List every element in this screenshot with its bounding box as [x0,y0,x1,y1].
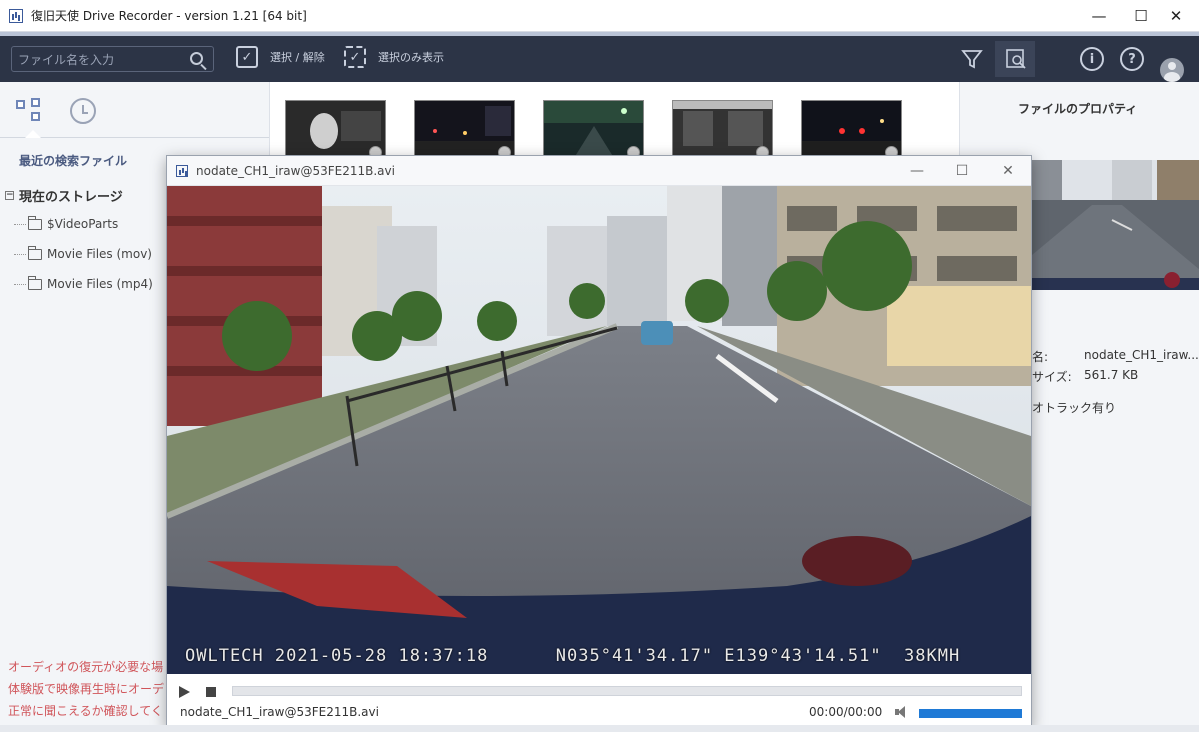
properties-title: ファイルのプロパティ [1018,102,1138,116]
close-button[interactable]: ✕ [1153,0,1199,32]
current-storage-title: 現在のストレージ [19,190,123,205]
collapse-toggle-icon[interactable]: − [5,191,14,200]
search-icon[interactable] [190,52,203,65]
player-minimize-button[interactable]: — [894,156,940,186]
folder-label: $VideoParts [47,217,119,231]
show-selected-button[interactable]: ✓ 選択のみ表示 [344,46,444,68]
preview-search-icon[interactable] [1004,47,1028,71]
dashed-check-icon: ✓ [344,46,366,68]
title-bar: 復旧天使 Drive Recorder - version 1.21 [64 b… [0,0,1199,32]
prop-size-value: 561.7 KB [1084,368,1139,382]
current-storage-header[interactable]: − 現在のストレージ [5,186,123,205]
player-time: 00:00/00:00 [809,705,883,719]
folder-label: Movie Files (mov) [47,247,152,261]
properties-preview-image [1032,160,1199,290]
help-icon[interactable]: ? [1120,47,1144,71]
osd-timestamp: OWLTECH 2021-05-28 18:37:18 [185,646,489,666]
prop-name-label: 名: [1032,350,1049,364]
stop-icon[interactable] [206,687,216,697]
player-maximize-button[interactable]: ☐ [939,156,985,186]
user-avatar-icon[interactable] [1160,58,1184,82]
play-icon[interactable] [179,686,190,698]
checkbox-icon: ✓ [236,46,258,68]
history-clock-icon[interactable] [70,98,96,124]
status-bar [0,725,1199,732]
search-input[interactable]: ファイル名を入力 [11,46,214,72]
player-app-icon [176,164,188,177]
select-toggle-button[interactable]: ✓ 選択 / 解除 [236,46,325,68]
audio-note-line-2: 体験版で映像再生時にオーデ [8,682,165,696]
seek-bar[interactable] [232,686,1022,696]
player-title-bar[interactable]: nodate_CH1_iraw@53FE211B.avi — ☐ ✕ [167,156,1031,186]
app-icon [9,8,23,23]
show-selected-label: 選択のみ表示 [378,51,444,64]
video-thumbnail[interactable] [285,100,386,157]
filter-icon[interactable] [960,47,984,71]
video-thumbnail[interactable] [672,100,773,157]
prop-size-label: サイズ: [1032,370,1072,384]
video-frame[interactable]: OWLTECH 2021-05-28 18:37:18 N035°41'34.1… [167,186,1031,674]
folder-icon [28,215,42,230]
tree-item-movie-mp4[interactable]: Movie Files (mp4) [14,275,153,291]
osd-gps-speed: N035°41'34.17" E139°43'14.51" 38KMH [555,646,961,666]
active-tab-pointer [25,130,41,138]
video-thumbnail[interactable] [543,100,644,157]
tree-item-videoparts[interactable]: $VideoParts [14,215,119,231]
audio-note-line-3: 正常に聞こえるか確認してく [8,704,163,718]
prop-name-value: nodate_CH1_iraw... [1084,348,1199,362]
player-close-button[interactable]: ✕ [985,156,1031,186]
video-osd-overlay: OWLTECH 2021-05-28 18:37:18 N035°41'34.1… [185,646,960,666]
volume-slider[interactable] [919,709,1022,718]
select-toggle-label: 選択 / 解除 [270,51,325,64]
app-title: 復旧天使 Drive Recorder - version 1.21 [64 b… [31,9,307,23]
player-controls: nodate_CH1_iraw@53FE211B.avi 00:00/00:00 [167,674,1031,726]
video-player-window: nodate_CH1_iraw@53FE211B.avi — ☐ ✕ OWLTE… [166,155,1032,727]
audio-note-line-1: オーディオの復元が必要な場 [8,660,164,674]
player-title: nodate_CH1_iraw@53FE211B.avi [196,163,395,178]
search-placeholder: ファイル名を入力 [18,52,115,67]
player-filename: nodate_CH1_iraw@53FE211B.avi [180,705,379,719]
app-window: 復旧天使 Drive Recorder - version 1.21 [64 b… [0,0,1199,732]
folder-label: Movie Files (mp4) [47,277,153,291]
volume-icon[interactable] [895,705,909,719]
folder-icon [28,245,42,260]
video-thumbnail[interactable] [414,100,515,157]
info-icon[interactable]: i [1080,47,1104,71]
toolbar: ファイル名を入力 ✓ 選択 / 解除 ✓ 選択のみ表示 i ? [0,36,1199,82]
recent-search-files[interactable]: 最近の検索ファイル [19,152,127,169]
folder-icon [28,275,42,290]
tree-item-movie-mov[interactable]: Movie Files (mov) [14,245,152,261]
prop-audio-note: オトラック有り [1032,401,1117,415]
video-thumbnail[interactable] [801,100,902,157]
minimize-button[interactable]: — [1076,0,1122,32]
left-panel-tabs [0,82,269,138]
tree-view-icon[interactable] [16,98,42,124]
